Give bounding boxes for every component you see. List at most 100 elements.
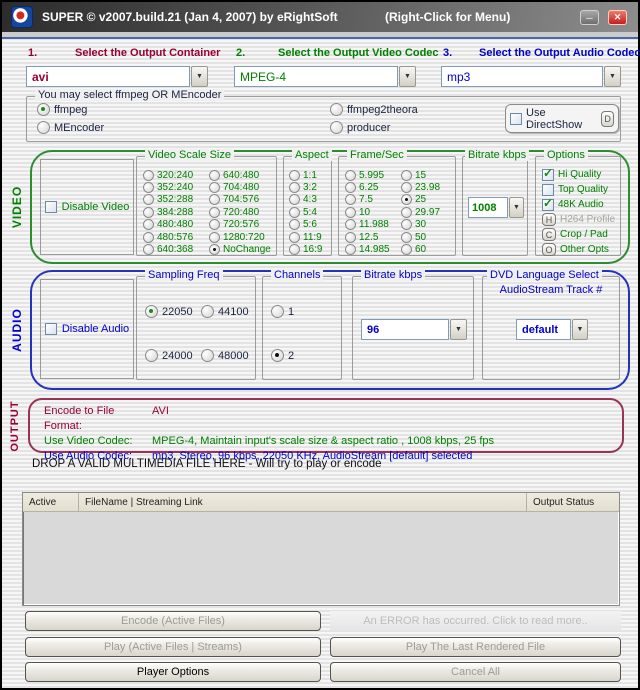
radio-label: 48000	[218, 350, 249, 362]
radio-fps-50[interactable]: 50	[401, 231, 440, 243]
disable-audio-panel[interactable]: Disable Audio	[40, 279, 134, 379]
radio-fps-625[interactable]: 6.25	[345, 181, 390, 193]
checkbox-top-quality[interactable]: Top Quality	[542, 182, 615, 197]
radio-scale-640-368[interactable]: 640:368	[143, 243, 193, 255]
radio-fps-2997[interactable]: 29.97	[401, 206, 440, 218]
other-opts-button[interactable]: O Other Opts	[542, 242, 615, 257]
radio-scale-352-288[interactable]: 352:288	[143, 194, 193, 206]
play-button[interactable]: Play (Active Files | Streams)	[25, 637, 321, 657]
audio-codec-select[interactable]: mp3 ▼	[441, 66, 621, 87]
radio-24000[interactable]: 24000	[145, 349, 193, 362]
radio-label: 15	[415, 170, 426, 181]
error-notice[interactable]: An ERROR has occurred. Click to read mor…	[330, 611, 621, 631]
radio-fps-15[interactable]: 15	[401, 169, 440, 181]
video-bitrate-select[interactable]: 1008 ▼	[468, 197, 524, 218]
column-header-filename: FileName | Streaming Link	[79, 493, 527, 511]
audio-bitrate-select[interactable]: 96 ▼	[361, 319, 467, 340]
radio-fps-25[interactable]: 25	[401, 194, 440, 206]
radio-producer[interactable]: producer	[330, 121, 390, 134]
radio-aspect-3-2[interactable]: 3:2	[289, 181, 322, 193]
checkbox-48k-audio[interactable]: ✓ 48K Audio	[542, 197, 615, 212]
chevron-down-icon: ▼	[196, 73, 203, 80]
disable-video-panel[interactable]: Disable Video	[40, 159, 134, 255]
radio-scale-320-240[interactable]: 320:240	[143, 169, 193, 181]
radio-aspect-4-3[interactable]: 4:3	[289, 194, 322, 206]
radio-scale-1280-720[interactable]: 1280:720	[209, 231, 271, 243]
radio-fps-75[interactable]: 7.5	[345, 194, 390, 206]
radio-icon	[143, 244, 154, 255]
cancel-all-button[interactable]: Cancel All	[330, 662, 621, 682]
radio-scale-720-480[interactable]: 720:480	[209, 206, 271, 218]
radio-scale-704-480[interactable]: 704:480	[209, 181, 271, 193]
disable-video-checkbox[interactable]	[45, 201, 57, 213]
dvd-audiostream-select[interactable]: default ▼	[516, 319, 588, 340]
chevron-down-icon[interactable]: ▼	[572, 319, 588, 340]
radio-ffmpeg[interactable]: ffmpeg	[37, 103, 87, 116]
radio-scale-480-480[interactable]: 480:480	[143, 219, 193, 231]
radio-fps-11988[interactable]: 11.988	[345, 219, 390, 231]
radio-icon	[37, 103, 50, 116]
radio-44100[interactable]: 44100	[201, 305, 249, 318]
radio-fps-60[interactable]: 60	[401, 243, 440, 255]
file-list-drop-zone[interactable]: Active FileName | Streaming Link Output …	[22, 492, 620, 606]
step3-number: 3.	[443, 47, 452, 59]
output-section-label: OUTPUT	[9, 386, 21, 466]
radio-ffmpeg2theora[interactable]: ffmpeg2theora	[330, 103, 418, 116]
h264-profile-button[interactable]: H H264 Profile	[542, 212, 615, 227]
radio-label: 480:480	[157, 219, 193, 230]
chevron-down-icon[interactable]: ▼	[450, 319, 467, 340]
minimize-button[interactable]: ─	[580, 10, 599, 25]
player-options-button[interactable]: Player Options	[25, 662, 321, 682]
chevron-down-icon[interactable]: ▼	[509, 197, 524, 218]
video-codec-select-value: MPEG-4	[234, 66, 398, 87]
play-last-rendered-button[interactable]: Play The Last Rendered File	[330, 637, 621, 657]
radio-aspect-5-6[interactable]: 5:6	[289, 219, 322, 231]
directshow-panel[interactable]: Use DirectShow D	[505, 104, 619, 133]
radio-scale-640-480[interactable]: 640:480	[209, 169, 271, 181]
button-label: Other Opts	[560, 244, 609, 255]
video-codec-select[interactable]: MPEG-4 ▼	[234, 66, 416, 87]
radio-fps-10[interactable]: 10	[345, 206, 390, 218]
radio-mencoder[interactable]: MEncoder	[37, 121, 104, 134]
radio-aspect-11-9[interactable]: 11:9	[289, 231, 322, 243]
radio-fps-14985[interactable]: 14.985	[345, 243, 390, 255]
container-select-button[interactable]: ▼	[191, 66, 208, 87]
chevron-down-icon[interactable]: ▼	[399, 66, 416, 87]
checkbox-hi-quality[interactable]: ✓ Hi Quality	[542, 167, 615, 182]
radio-48000[interactable]: 48000	[201, 349, 249, 362]
radio-aspect-5-4[interactable]: 5:4	[289, 206, 322, 218]
radio-channels-2[interactable]: 2	[271, 349, 294, 362]
encode-button[interactable]: Encode (Active Files)	[25, 611, 321, 631]
radio-label: ffmpeg2theora	[347, 104, 418, 116]
close-button[interactable]: ✕	[608, 10, 627, 25]
container-select[interactable]: avi ▼	[26, 66, 208, 87]
radio-label: 7.5	[359, 194, 373, 205]
radio-icon	[345, 219, 356, 230]
radio-fps-5995[interactable]: 5.995	[345, 169, 390, 181]
video-section-label: VIDEO	[10, 167, 24, 247]
radio-scale-704-576[interactable]: 704:576	[209, 194, 271, 206]
output-format-row: Encode to File Format: AVI	[44, 404, 616, 434]
radio-scale-384-288[interactable]: 384:288	[143, 206, 193, 218]
super-app-window: SUPER © v2007.build.21 (Jan 4, 2007) by …	[0, 0, 640, 690]
radio-scale-480-576[interactable]: 480:576	[143, 231, 193, 243]
chevron-down-icon[interactable]: ▼	[604, 66, 621, 87]
radio-label: 6.25	[359, 182, 378, 193]
directshow-d-button[interactable]: D	[601, 111, 614, 127]
radio-channels-1[interactable]: 1	[271, 305, 294, 318]
radio-22050[interactable]: 22050	[145, 305, 193, 318]
radio-scale-352-240[interactable]: 352:240	[143, 181, 193, 193]
title-bar[interactable]: SUPER © v2007.build.21 (Jan 4, 2007) by …	[2, 2, 638, 32]
radio-label: 720:480	[223, 207, 259, 218]
directshow-checkbox[interactable]	[510, 113, 522, 125]
radio-fps-125[interactable]: 12.5	[345, 231, 390, 243]
radio-aspect-16-9[interactable]: 16:9	[289, 243, 322, 255]
crop-pad-button[interactable]: C Crop / Pad	[542, 227, 615, 242]
radio-scale-720-576[interactable]: 720:576	[209, 219, 271, 231]
radio-fps-30[interactable]: 30	[401, 219, 440, 231]
radio-aspect-1-1[interactable]: 1:1	[289, 169, 322, 181]
disable-audio-checkbox[interactable]	[45, 323, 57, 335]
radio-fps-2398[interactable]: 23.98	[401, 181, 440, 193]
c-button-icon: C	[542, 228, 556, 241]
radio-scale-nochange[interactable]: NoChange	[209, 243, 271, 255]
